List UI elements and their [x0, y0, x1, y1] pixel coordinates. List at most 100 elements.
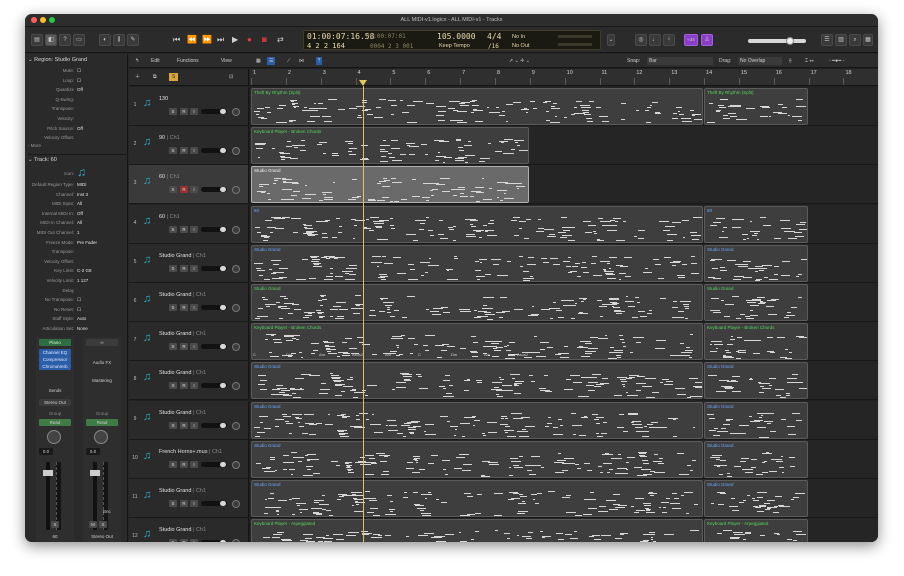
- output-group-slot[interactable]: Group: [86, 410, 118, 417]
- track-volume-slider[interactable]: [201, 109, 227, 114]
- track-volume-slider[interactable]: [201, 265, 227, 271]
- output-automation-mode[interactable]: Read: [86, 419, 118, 426]
- edit-menu[interactable]: Edit: [151, 57, 160, 65]
- track-header[interactable]: 8 ♫ Studio Grand | Ch1 S R I: [129, 361, 249, 401]
- track-input-monitor-button[interactable]: I: [190, 147, 198, 155]
- region-header[interactable]: ⌄ Region: Studio Grand: [28, 57, 126, 63]
- track-value[interactable]: None: [77, 326, 88, 331]
- track-name[interactable]: 60 | Ch1: [159, 174, 180, 180]
- track-value[interactable]: 1 127: [77, 278, 88, 283]
- smart-controls-button[interactable]: ◐: [99, 34, 111, 46]
- track-row[interactable]: Staff Style: Auto: [25, 316, 128, 324]
- track-input-monitor-button[interactable]: I: [190, 460, 198, 468]
- track-pan-knob[interactable]: [232, 225, 240, 234]
- track-lane[interactable]: Studio Grand: [250, 165, 878, 205]
- track-row[interactable]: No Transpose: ☐: [25, 297, 128, 305]
- track-record-button[interactable]: R: [180, 500, 188, 507]
- track-value[interactable]: Auto: [77, 316, 86, 321]
- track-header[interactable]: 6 ♫ Studio Grand | Ch1 S R I: [129, 283, 249, 322]
- track-row[interactable]: Channel: Inst 3: [25, 192, 128, 200]
- track-value[interactable]: Inst 3: [77, 192, 88, 197]
- volume-value[interactable]: 0.0: [39, 448, 53, 455]
- track-record-button[interactable]: R: [180, 264, 188, 272]
- track-solo-button[interactable]: S: [169, 539, 177, 542]
- track-record-button[interactable]: R: [180, 539, 188, 542]
- track-pan-knob[interactable]: [232, 421, 240, 430]
- quick-help-button[interactable]: ?: [59, 34, 71, 46]
- track-pan-knob[interactable]: [232, 539, 240, 542]
- toolbar-button[interactable]: ▭: [73, 34, 85, 46]
- midi-region[interactable]: Studio Grand: [251, 166, 529, 204]
- strip-solo-button[interactable]: S: [51, 521, 59, 528]
- track-volume-slider[interactable]: [201, 305, 227, 310]
- global-tracks-button[interactable]: ⊡: [229, 73, 233, 81]
- track-volume-slider[interactable]: [201, 422, 227, 428]
- region-value[interactable]: Off: [77, 87, 83, 92]
- track-name[interactable]: Studio Grand | Ch1: [159, 370, 206, 376]
- track-volume-slider[interactable]: [201, 501, 227, 506]
- track-header[interactable]: 12♫Studio Grand | Ch1SRI: [129, 518, 249, 542]
- track-row[interactable]: MIDI Input: All: [25, 201, 128, 209]
- back-icon[interactable]: ↰: [135, 57, 139, 65]
- track-input-monitor-button[interactable]: I: [190, 264, 198, 272]
- track-value[interactable]: C-2 G8: [77, 268, 92, 273]
- piano-icon[interactable]: ♫: [77, 165, 86, 179]
- track-name[interactable]: 130: [159, 96, 168, 102]
- functions-menu[interactable]: Functions: [177, 57, 199, 65]
- track-name[interactable]: Studio Grand | Ch1: [159, 331, 206, 337]
- track-record-button[interactable]: R: [180, 147, 188, 155]
- plugin-slot-3[interactable]: ChromaVerb: [39, 363, 71, 370]
- midi-region[interactable]: Studio Grand: [251, 284, 704, 321]
- pointer-tool-icon[interactable]: ➚ ⌄ ✛ ⌄: [509, 57, 530, 65]
- audio-fx-slot[interactable]: Audio FX: [86, 359, 118, 366]
- track-record-button[interactable]: R: [180, 421, 188, 429]
- track-row[interactable]: Internal MIDI In: Off: [25, 211, 128, 219]
- go-to-end-icon[interactable]: ⏭: [217, 35, 224, 45]
- track-pan-knob[interactable]: [232, 147, 240, 156]
- track-name[interactable]: 90 | Ch1: [159, 135, 180, 141]
- pan-knob[interactable]: [47, 430, 61, 444]
- master-volume-slider[interactable]: [748, 37, 806, 45]
- track-header[interactable]: 7 ♫ Studio Grand | Ch1 S R I: [129, 322, 249, 362]
- region-row[interactable]: Loop: ☐: [25, 78, 128, 86]
- track-lane[interactable]: Studio Grand Studio Grand: [250, 439, 878, 479]
- track-input-monitor-button[interactable]: I: [190, 186, 198, 194]
- track-solo-button[interactable]: S: [169, 264, 177, 272]
- add-track-button[interactable]: ＋: [135, 73, 140, 81]
- track-volume-slider[interactable]: [201, 226, 227, 232]
- view-menu[interactable]: View: [221, 57, 232, 65]
- fast-forward-icon[interactable]: ⏩: [202, 35, 212, 44]
- track-solo-button[interactable]: S: [169, 186, 177, 194]
- track-header[interactable]: 11 ♫ Studio Grand | Ch1 S R I: [129, 479, 249, 518]
- track-row[interactable]: MIDI In Channel: All: [25, 220, 128, 228]
- midi-region[interactable]: Keyboard Player - Arpeggiated: [704, 519, 808, 542]
- track-record-button[interactable]: R: [180, 108, 188, 115]
- track-value[interactable]: Pre Fader: [77, 240, 97, 245]
- more-toggle[interactable]: › More: [28, 143, 126, 148]
- output-io-slot[interactable]: ∞: [86, 339, 118, 346]
- track-lane[interactable]: Theft By Rhythm (Split) Theft By Rhythm (…: [250, 87, 878, 126]
- midi-region[interactable]: Keyboard Player - Broken Chords: [704, 323, 808, 361]
- track-pan-knob[interactable]: [232, 382, 240, 391]
- instrument-slot[interactable]: Piano: [39, 339, 71, 346]
- snap-select[interactable]: Bar: [647, 57, 713, 65]
- track-row[interactable]: MIDI Out Channel: 1: [25, 230, 128, 238]
- output-mute-button[interactable]: M: [89, 521, 97, 528]
- track-pan-knob[interactable]: [232, 304, 240, 312]
- search-icon[interactable]: ⌕: [849, 34, 861, 46]
- track-volume-slider[interactable]: [201, 383, 227, 389]
- track-record-button[interactable]: R: [180, 225, 188, 233]
- midi-region[interactable]: Theft By Rhythm (Split): [251, 88, 704, 125]
- scissors-icon[interactable]: ⟠: [789, 57, 791, 65]
- waveform-zoom-icon[interactable]: ⌶ ⇿: [805, 57, 814, 65]
- library-button[interactable]: ▤: [31, 34, 43, 46]
- track-volume-slider[interactable]: [201, 344, 227, 350]
- track-value[interactable]: Off: [77, 211, 83, 216]
- track-input-monitor-button[interactable]: I: [190, 343, 198, 351]
- count-in-button[interactable]: ◎: [635, 34, 647, 46]
- output-slot[interactable]: Stereo Out: [39, 399, 71, 406]
- track-name[interactable]: Studio Grand | Ch1: [159, 410, 206, 416]
- track-volume-slider[interactable]: [201, 461, 227, 467]
- track-row[interactable]: Delay: [25, 288, 128, 296]
- track-value[interactable]: All: [77, 220, 82, 225]
